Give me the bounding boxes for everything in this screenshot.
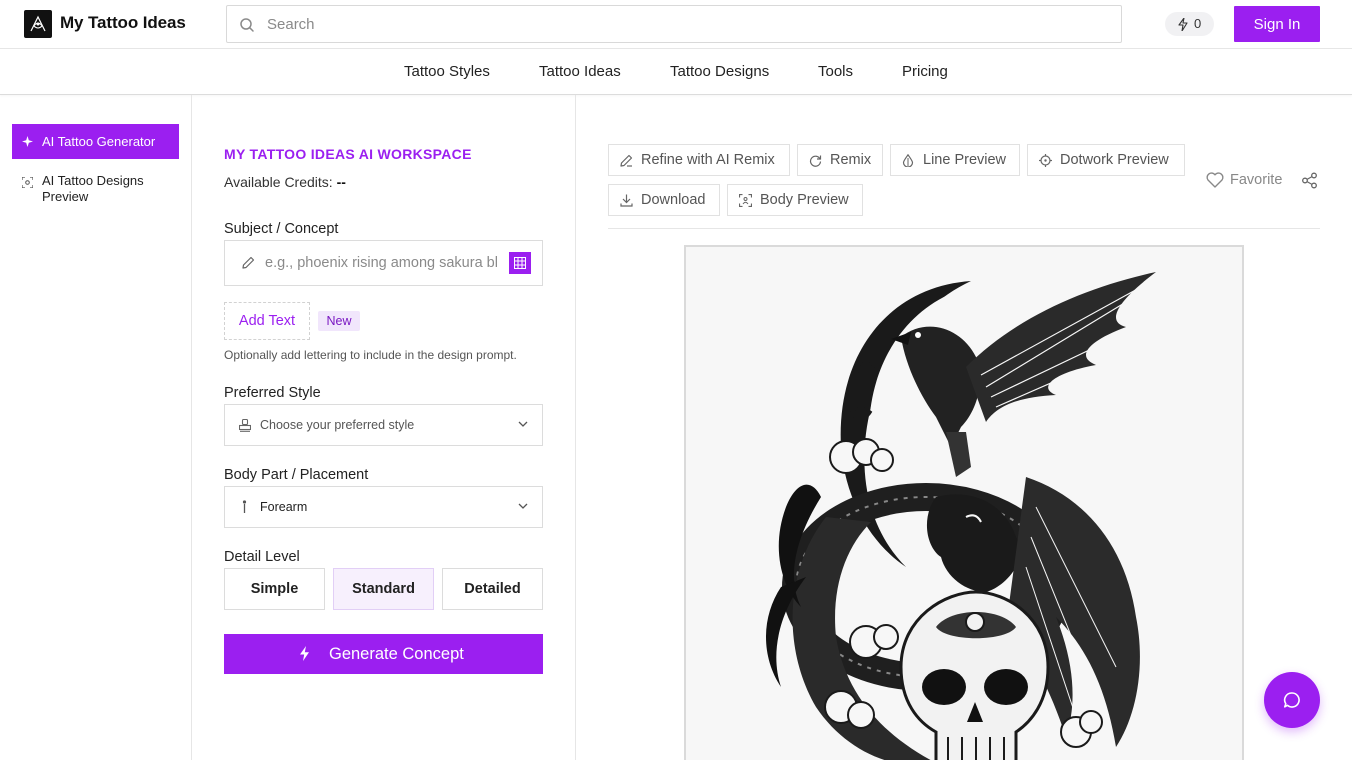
toolbar-divider — [608, 228, 1320, 229]
stamp-icon — [239, 419, 251, 432]
heart-icon — [1206, 172, 1224, 188]
top-header: My Tattoo Ideas 0 Sign In — [0, 0, 1352, 49]
pencil-icon — [620, 154, 633, 167]
sidebar-item-label: AI Tattoo Generator — [42, 134, 156, 149]
refresh-icon — [809, 155, 822, 167]
search-icon — [240, 18, 254, 32]
placement-select[interactable]: Forearm — [224, 486, 543, 528]
scan-icon — [739, 194, 752, 207]
drop-icon — [902, 154, 914, 167]
placement-select-value: Forearm — [260, 500, 308, 514]
nav-tools[interactable]: Tools — [818, 63, 853, 80]
pencil-icon — [242, 256, 255, 269]
tool-label: Refine with AI Remix — [641, 152, 775, 168]
main-nav: Tattoo Styles Tattoo Ideas Tattoo Design… — [0, 49, 1352, 95]
crosshair-icon — [1039, 154, 1052, 167]
nav-tattoo-ideas[interactable]: Tattoo Ideas — [539, 63, 621, 80]
download-icon — [620, 194, 633, 207]
sign-in-button[interactable]: Sign In — [1234, 6, 1320, 42]
credits-count: 0 — [1194, 16, 1202, 31]
detail-standard-button[interactable]: Standard — [333, 568, 434, 610]
bolt-icon — [300, 646, 309, 661]
logo[interactable] — [24, 10, 52, 38]
bolt-icon — [1178, 18, 1188, 31]
ideas-grid-button[interactable] — [509, 252, 531, 274]
share-button[interactable] — [1301, 172, 1318, 192]
tool-label: Body Preview — [760, 192, 849, 208]
preview-panel: Refine with AI Remix Remix Line Preview … — [576, 95, 1352, 760]
add-text-hint: Optionally add lettering to include in t… — [224, 348, 517, 362]
add-text-button[interactable]: Add Text — [224, 302, 310, 340]
chevron-down-icon — [518, 421, 528, 427]
available-credits-value: -- — [336, 174, 346, 190]
nav-tattoo-styles[interactable]: Tattoo Styles — [404, 63, 490, 80]
style-select[interactable]: Choose your preferred style — [224, 404, 543, 446]
sparkle-icon — [22, 136, 33, 147]
search-bar[interactable] — [226, 5, 1122, 43]
tool-label: Download — [641, 192, 706, 208]
scan-icon — [22, 177, 33, 188]
generate-concept-label: Generate Concept — [329, 645, 464, 663]
style-select-value: Choose your preferred style — [260, 418, 415, 432]
grid-icon — [514, 257, 526, 269]
placement-label: Body Part / Placement — [224, 467, 369, 483]
person-icon — [242, 500, 247, 513]
available-credits-label: Available Credits: — [224, 174, 333, 190]
detail-level-label: Detail Level — [224, 549, 300, 565]
nav-tattoo-designs[interactable]: Tattoo Designs — [670, 63, 769, 80]
brand-name[interactable]: My Tattoo Ideas — [60, 13, 186, 33]
body-preview-button[interactable]: Body Preview — [727, 184, 863, 216]
chat-bubble-icon — [1283, 692, 1300, 708]
dotwork-preview-button[interactable]: Dotwork Preview — [1027, 144, 1185, 176]
refine-with-ai-remix-button[interactable]: Refine with AI Remix — [608, 144, 790, 176]
generate-concept-button[interactable]: Generate Concept — [224, 634, 543, 674]
sidebar-item-ai-tattoo-generator[interactable]: AI Tattoo Generator — [12, 124, 179, 159]
detail-detailed-button[interactable]: Detailed — [442, 568, 543, 610]
share-icon — [1302, 172, 1317, 189]
logo-icon — [30, 15, 46, 32]
subject-field[interactable] — [224, 240, 543, 286]
workspace-title: MY TATTOO IDEAS AI WORKSPACE — [224, 146, 472, 162]
favorite-label: Favorite — [1230, 172, 1283, 188]
chat-button[interactable] — [1264, 672, 1320, 728]
design-preview-image[interactable] — [684, 245, 1244, 760]
nav-pricing[interactable]: Pricing — [902, 63, 948, 80]
search-input[interactable] — [267, 6, 1107, 42]
tool-label: Remix — [830, 152, 872, 168]
sidebar-item-label: AI Tattoo Designs Preview — [42, 173, 144, 204]
detail-simple-button[interactable]: Simple — [224, 568, 325, 610]
line-preview-button[interactable]: Line Preview — [890, 144, 1020, 176]
subject-input[interactable] — [265, 241, 497, 285]
credits-pill[interactable]: 0 — [1165, 12, 1214, 36]
remix-button[interactable]: Remix — [797, 144, 883, 176]
download-button[interactable]: Download — [608, 184, 720, 216]
available-credits: Available Credits: -- — [224, 174, 346, 190]
sidebar: AI Tattoo Generator AI Tattoo Designs Pr… — [0, 95, 192, 760]
tool-label: Dotwork Preview — [1060, 152, 1169, 168]
subject-label: Subject / Concept — [224, 221, 339, 237]
tool-label: Line Preview — [923, 152, 1007, 168]
chevron-down-icon — [518, 503, 528, 509]
style-label: Preferred Style — [224, 385, 321, 401]
generator-form: MY TATTOO IDEAS AI WORKSPACE Available C… — [192, 95, 576, 760]
tattoo-artwork — [686, 247, 1242, 760]
new-badge: New — [318, 311, 360, 331]
